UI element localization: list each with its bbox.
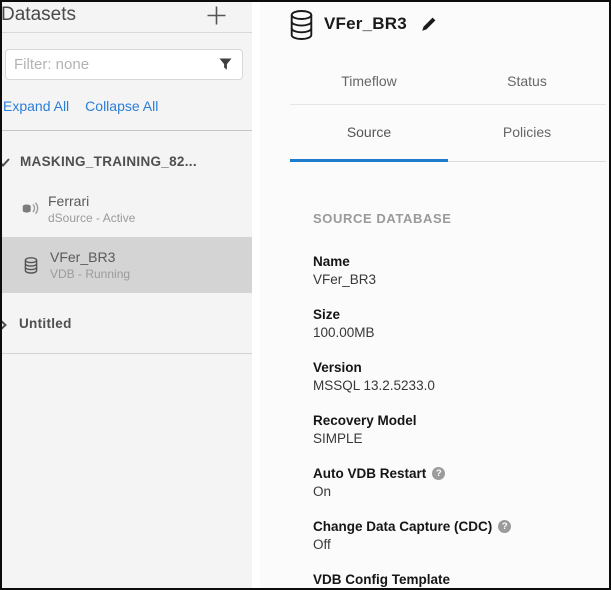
field-value: On (313, 484, 607, 500)
tab-source[interactable]: Source (290, 105, 448, 162)
dataset-group-untitled[interactable]: Untitled (2, 293, 252, 343)
item-text: Ferrari dSource - Active (48, 192, 135, 226)
field-vdb-config-template: VDB Config Template No Template Selected (313, 571, 607, 588)
tab-status[interactable]: Status (448, 59, 606, 106)
field-auto-vdb-restart: Auto VDB Restart On (313, 465, 607, 500)
field-value: 100.00MB (313, 325, 607, 341)
edit-name-button[interactable] (420, 16, 437, 33)
filter-input[interactable] (14, 56, 219, 73)
detail-panel: VFer_BR3 Timeflow Status Source Polic (260, 2, 609, 588)
filter-box (5, 49, 243, 80)
item-title: VFer_BR3 (50, 248, 130, 266)
tree-item-vfer-br3[interactable]: VFer_BR3 VDB - Running (2, 237, 252, 293)
field-label: Change Data Capture (CDC) (313, 518, 492, 535)
datasets-sidebar: Datasets Expand (2, 2, 252, 588)
detail-header: VFer_BR3 (290, 8, 607, 40)
plus-icon (207, 6, 226, 25)
collapse-all-link[interactable]: Collapse All (85, 98, 158, 114)
tab-timeflow[interactable]: Timeflow (290, 59, 448, 106)
sidebar-header: Datasets (2, 2, 252, 33)
item-text: VFer_BR3 VDB - Running (50, 248, 130, 282)
group-label: Untitled (19, 316, 72, 331)
detail-tabs: Timeflow Status Source Policies (290, 59, 606, 162)
tab-policies[interactable]: Policies (448, 105, 606, 162)
field-value: SIMPLE (313, 431, 607, 447)
database-broadcast-icon (22, 201, 40, 217)
item-subtitle: dSource - Active (48, 210, 135, 226)
field-cdc: Change Data Capture (CDC) Off (313, 518, 607, 553)
field-label: Size (313, 306, 340, 323)
field-value: VFer_BR3 (313, 272, 607, 288)
field-size: Size 100.00MB (313, 306, 607, 341)
chevron-down-icon (2, 156, 10, 168)
item-subtitle: VDB - Running (50, 266, 130, 282)
tree-item-ferrari[interactable]: Ferrari dSource - Active (2, 181, 252, 237)
chevron-right-icon (2, 318, 9, 330)
add-dataset-button[interactable] (206, 5, 226, 25)
app-window: Datasets Expand (0, 0, 611, 590)
pencil-icon (420, 16, 437, 33)
field-label: Name (313, 253, 350, 270)
expand-collapse-row: Expand All Collapse All (2, 80, 252, 114)
field-label: VDB Config Template (313, 571, 450, 588)
filter-area (2, 33, 252, 80)
sidebar-title: Datasets (2, 4, 76, 26)
database-cylinder-icon (290, 10, 313, 40)
help-icon[interactable] (432, 467, 445, 480)
group-label: MASKING_TRAINING_82... (20, 154, 197, 169)
field-value: Off (313, 537, 607, 553)
database-cylinder-icon (24, 257, 42, 274)
item-title: Ferrari (48, 192, 135, 210)
help-icon[interactable] (498, 520, 511, 533)
field-version: Version MSSQL 13.2.5233.0 (313, 359, 607, 394)
field-recovery-model: Recovery Model SIMPLE (313, 412, 607, 447)
field-label: Recovery Model (313, 412, 417, 429)
field-value: MSSQL 13.2.5233.0 (313, 378, 607, 394)
expand-all-link[interactable]: Expand All (3, 98, 69, 114)
source-tab-content: SOURCE DATABASE Name VFer_BR3 Size 100.0… (290, 162, 607, 588)
section-header: SOURCE DATABASE (313, 211, 607, 226)
field-name: Name VFer_BR3 (313, 253, 607, 288)
panel-gutter (252, 2, 260, 588)
detail-title: VFer_BR3 (324, 14, 407, 34)
field-label: Auto VDB Restart (313, 465, 426, 482)
sidebar-divider (2, 353, 252, 354)
funnel-icon[interactable] (219, 58, 232, 71)
dataset-group-masking-training[interactable]: MASKING_TRAINING_82... (2, 131, 252, 181)
field-label: Version (313, 359, 362, 376)
